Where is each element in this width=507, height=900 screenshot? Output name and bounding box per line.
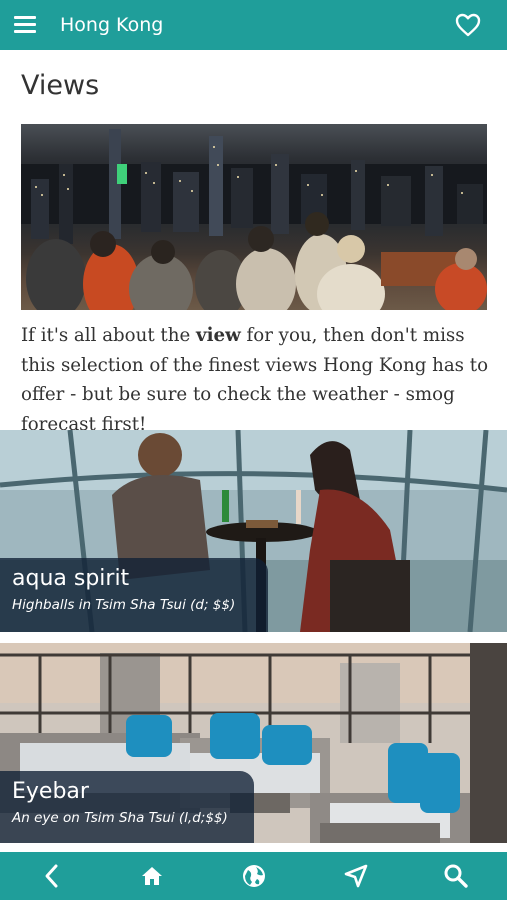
- venue-title: Eyebar: [12, 779, 89, 804]
- intro-bold-word: view: [196, 325, 241, 346]
- app-title: Hong Kong: [60, 14, 164, 36]
- venue-card-eyebar[interactable]: Eyebar An eye on Tsim Sha Tsui (l,d;$$): [0, 643, 507, 843]
- search-icon[interactable]: [442, 862, 470, 890]
- heart-icon[interactable]: [455, 13, 481, 37]
- venue-title: aqua spirit: [12, 566, 130, 591]
- app-bar: Hong Kong: [0, 0, 507, 50]
- bottom-nav-bar: [0, 852, 507, 900]
- intro-text: If it's all about the view for you, then…: [21, 325, 489, 435]
- hamburger-menu-icon[interactable]: [14, 16, 36, 34]
- globe-icon[interactable]: [240, 862, 268, 890]
- venue-caption: Eyebar An eye on Tsim Sha Tsui (l,d;$$): [0, 771, 254, 843]
- venue-subtitle: Highballs in Tsim Sha Tsui (d; $$): [12, 597, 236, 613]
- venue-subtitle: An eye on Tsim Sha Tsui (l,d;$$): [12, 810, 228, 826]
- venue-card-aqua-spirit[interactable]: aqua spirit Highballs in Tsim Sha Tsui (…: [0, 430, 507, 632]
- back-chevron-icon[interactable]: [38, 862, 66, 890]
- home-icon[interactable]: [138, 862, 166, 890]
- page-title: Views: [21, 70, 100, 101]
- hero-image: [21, 124, 487, 310]
- navigation-arrow-icon[interactable]: [342, 862, 370, 890]
- venue-caption: aqua spirit Highballs in Tsim Sha Tsui (…: [0, 558, 268, 632]
